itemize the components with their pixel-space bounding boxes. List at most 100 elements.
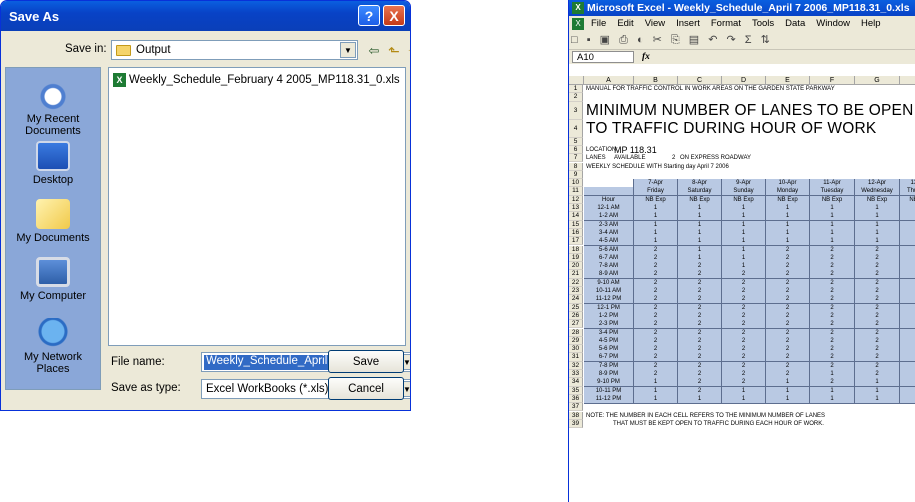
- row-header-26[interactable]: 26: [569, 311, 583, 321]
- row-header-27[interactable]: 27: [569, 320, 583, 329]
- row-header-17[interactable]: 17: [569, 237, 583, 246]
- place-desktop[interactable]: Desktop: [6, 141, 100, 186]
- row-header-25[interactable]: 25: [569, 303, 583, 312]
- row-header-8[interactable]: 8: [569, 162, 583, 171]
- row-header-21[interactable]: 21: [569, 270, 583, 279]
- column-header-f[interactable]: F: [810, 76, 855, 85]
- row-header-5[interactable]: 5: [569, 137, 583, 146]
- row-header-1[interactable]: 1: [569, 85, 583, 94]
- row-header-37[interactable]: 37: [569, 403, 583, 412]
- column-header-b[interactable]: B: [634, 76, 678, 85]
- place-my-computer[interactable]: My Computer: [6, 257, 100, 302]
- row-header-30[interactable]: 30: [569, 345, 583, 354]
- row-header-9[interactable]: 9: [569, 170, 583, 180]
- row-header-24[interactable]: 24: [569, 295, 583, 304]
- column-header-g[interactable]: G: [855, 76, 900, 85]
- column-header-d[interactable]: D: [722, 76, 766, 85]
- folder-icon: [116, 44, 131, 56]
- row-header-2[interactable]: 2: [569, 93, 583, 102]
- heading-line-2: TO TRAFFIC DURING HOUR OF WORK: [586, 119, 877, 137]
- row-header-3[interactable]: 3: [569, 101, 583, 120]
- row-header-23[interactable]: 23: [569, 287, 583, 296]
- up-folder-icon[interactable]: ⬑: [384, 42, 404, 60]
- excel-title-bar[interactable]: X Microsoft Excel - Weekly_Schedule_Apri…: [569, 0, 915, 16]
- row-header-36[interactable]: 36: [569, 394, 583, 404]
- place-my-recent-documents[interactable]: My Recent Documents: [6, 80, 100, 137]
- table-cell[interactable]: 1: [722, 394, 766, 404]
- menu-insert[interactable]: Insert: [676, 18, 700, 29]
- select-all-corner[interactable]: [569, 76, 584, 85]
- row-header-14[interactable]: 14: [569, 212, 583, 221]
- close-button[interactable]: X: [383, 5, 405, 26]
- row-header-34[interactable]: 34: [569, 378, 583, 387]
- file-item-name: Weekly_Schedule_February 4 2005_MP118.31…: [129, 74, 400, 86]
- row-header-10[interactable]: 10: [569, 179, 583, 188]
- row-header-19[interactable]: 19: [569, 253, 583, 263]
- row-header-15[interactable]: 15: [569, 220, 583, 229]
- row-header-6[interactable]: 6: [569, 145, 583, 155]
- excel-title: Microsoft Excel - Weekly_Schedule_April …: [587, 2, 910, 14]
- column-header-c[interactable]: C: [678, 76, 722, 85]
- menu-file[interactable]: File: [591, 18, 606, 29]
- row-header-12[interactable]: 12: [569, 195, 583, 204]
- row-header-22[interactable]: 22: [569, 278, 583, 287]
- row-header-35[interactable]: 35: [569, 386, 583, 395]
- workbook-icon[interactable]: X: [572, 17, 584, 30]
- save-button[interactable]: Save: [328, 350, 404, 373]
- menu-window[interactable]: Window: [816, 18, 850, 29]
- column-header-h[interactable]: H: [900, 76, 915, 85]
- menu-help[interactable]: Help: [861, 18, 881, 29]
- file-item[interactable]: X Weekly_Schedule_February 4 2005_MP118.…: [113, 73, 400, 87]
- table-cell[interactable]: 1: [810, 394, 855, 404]
- row-header-18[interactable]: 18: [569, 245, 583, 254]
- help-button[interactable]: ?: [358, 5, 380, 26]
- dialog-title-bar[interactable]: Save As ? X: [1, 1, 410, 31]
- row-header-20[interactable]: 20: [569, 262, 583, 271]
- row-header-28[interactable]: 28: [569, 328, 583, 337]
- cancel-button[interactable]: Cancel: [328, 377, 404, 400]
- save-as-dialog: Save As ? X Save in: Output ▼ ⇦ ⬑ ✦ My R…: [0, 0, 411, 411]
- row-header-31[interactable]: 31: [569, 353, 583, 362]
- excel-window: X Microsoft Excel - Weekly_Schedule_Apri…: [568, 0, 915, 502]
- place-my-documents[interactable]: My Documents: [6, 199, 100, 244]
- file-list[interactable]: X Weekly_Schedule_February 4 2005_MP118.…: [108, 67, 406, 346]
- table-cell[interactable]: 1: [678, 394, 722, 404]
- row-header-16[interactable]: 16: [569, 228, 583, 238]
- table-cell[interactable]: 1: [855, 394, 900, 404]
- column-header-a[interactable]: A: [584, 76, 634, 85]
- save-in-select[interactable]: Output ▼: [111, 40, 358, 60]
- column-header-e[interactable]: E: [766, 76, 810, 85]
- desktop-icon: [36, 141, 70, 171]
- table-cell[interactable]: 11-12 PM: [584, 394, 634, 404]
- menu-edit[interactable]: Edit: [617, 18, 633, 29]
- menu-data[interactable]: Data: [785, 18, 805, 29]
- back-icon[interactable]: ⇦: [364, 42, 384, 60]
- row-header-4[interactable]: 4: [569, 119, 583, 138]
- row-header-32[interactable]: 32: [569, 361, 583, 370]
- chevron-down-icon[interactable]: ▼: [340, 42, 356, 58]
- row-header-7[interactable]: 7: [569, 154, 583, 163]
- row-header-38[interactable]: 38: [569, 411, 583, 420]
- menu-tools[interactable]: Tools: [752, 18, 774, 29]
- table-cell[interactable]: 1: [634, 394, 678, 404]
- my-computer-icon: [36, 257, 70, 287]
- fx-icon[interactable]: fx: [642, 52, 650, 62]
- row-header-33[interactable]: 33: [569, 370, 583, 379]
- table-cell[interactable]: 1: [900, 394, 915, 404]
- menu-format[interactable]: Format: [711, 18, 741, 29]
- heading-line-1: MINIMUM NUMBER OF LANES TO BE OPEN: [586, 101, 914, 119]
- manual-title-text: MANUAL FOR TRAFFIC CONTROL IN WORK AREAS…: [586, 86, 835, 92]
- dialog-title: Save As: [9, 8, 60, 24]
- row-header-13[interactable]: 13: [569, 204, 583, 213]
- row-header-39[interactable]: 39: [569, 419, 583, 429]
- table-cell[interactable]: 1: [766, 394, 810, 404]
- name-box[interactable]: A10: [572, 51, 634, 63]
- row-header-29[interactable]: 29: [569, 336, 583, 346]
- standard-toolbar[interactable]: □ ▪ ▣ ⎙ ◐ ✂ ⎘ ▤ ↶ ↷ Σ ⇅: [569, 31, 915, 50]
- excel-file-icon: X: [113, 73, 126, 87]
- new-folder-icon[interactable]: ✦: [403, 42, 410, 60]
- save-in-label: Save in:: [65, 43, 107, 55]
- place-my-network-places[interactable]: My Network Places: [6, 318, 100, 375]
- row-header-11[interactable]: 11: [569, 187, 583, 196]
- menu-view[interactable]: View: [645, 18, 665, 29]
